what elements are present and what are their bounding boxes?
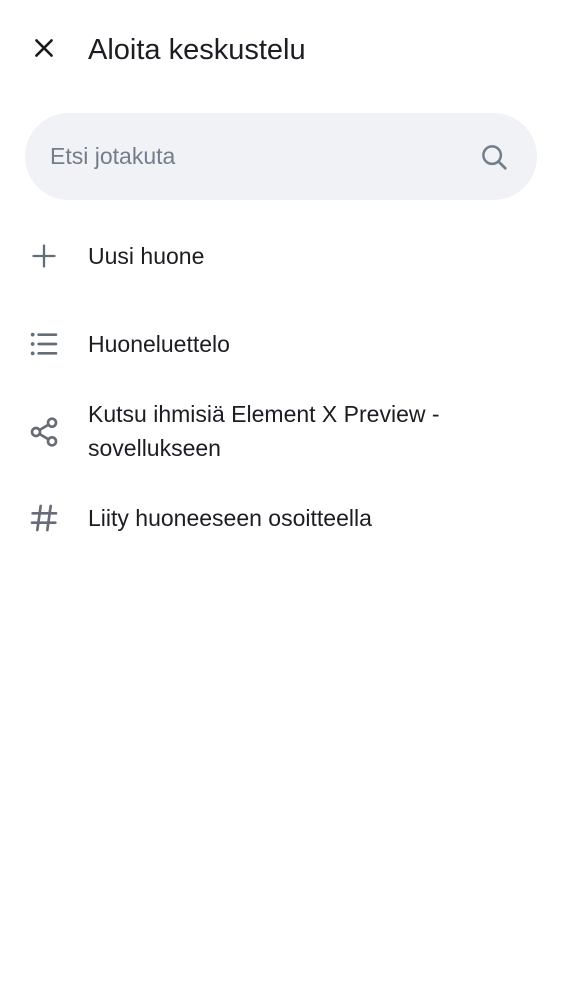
new-room-label: Uusi huone: [88, 243, 205, 269]
page-title: Aloita keskustelu: [88, 34, 306, 66]
close-button[interactable]: [20, 26, 68, 74]
share-icon: [24, 412, 64, 452]
plus-icon: [24, 236, 64, 276]
room-directory-label: Huoneluettelo: [88, 331, 230, 357]
close-icon: [31, 35, 57, 66]
new-room-item[interactable]: Uusi huone: [0, 228, 562, 284]
invite-people-item[interactable]: Kutsu ihmisiä Element X Preview -sovellu…: [0, 392, 562, 472]
list-icon: [24, 324, 64, 364]
top-app-bar: Aloita keskustelu: [0, 0, 562, 100]
room-directory-item[interactable]: Huoneluettelo: [0, 316, 562, 372]
join-room-label: Liity huoneeseen osoitteella: [88, 505, 372, 531]
search-icon[interactable]: [476, 139, 512, 175]
hash-icon: [24, 498, 64, 538]
search-input[interactable]: [50, 113, 450, 200]
search-bar[interactable]: [25, 113, 537, 200]
invite-people-label: Kutsu ihmisiä Element X Preview -sovellu…: [88, 401, 440, 461]
join-room-by-address-item[interactable]: Liity huoneeseen osoitteella: [0, 490, 562, 546]
